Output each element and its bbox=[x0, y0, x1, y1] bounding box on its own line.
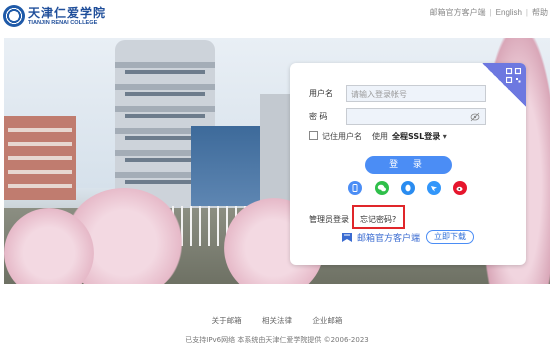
weibo-icon[interactable] bbox=[453, 181, 467, 195]
official-client-link[interactable]: 邮箱官方客户端 bbox=[430, 8, 486, 17]
footer-link-about[interactable]: 关于邮箱 bbox=[212, 316, 242, 325]
top-links: 邮箱官方客户端 | English | 帮助 bbox=[430, 7, 548, 18]
dingtalk-icon[interactable] bbox=[427, 181, 441, 195]
divider: | bbox=[525, 8, 528, 17]
footer-link-legal[interactable]: 相关法律 bbox=[262, 316, 292, 325]
english-link[interactable]: English bbox=[496, 8, 522, 17]
official-client-promo[interactable]: 邮箱官方客户端 bbox=[341, 231, 420, 245]
official-client-label: 邮箱官方客户端 bbox=[357, 234, 421, 244]
wechat-icon[interactable] bbox=[375, 181, 389, 195]
chevron-down-icon[interactable]: ▾ bbox=[440, 132, 447, 141]
forgot-password-link[interactable]: 忘记密码? bbox=[360, 214, 396, 225]
qq-icon[interactable] bbox=[401, 181, 415, 195]
mobile-icon[interactable] bbox=[348, 181, 362, 195]
footer-links: 关于邮箱 相关法律 企业邮箱 bbox=[0, 315, 554, 326]
footer-link-enterprise[interactable]: 企业邮箱 bbox=[312, 316, 342, 325]
qr-login-toggle[interactable] bbox=[482, 63, 526, 107]
college-logo[interactable]: 天津仁爱学院 TIANJIN RENAI COLLEGE bbox=[3, 4, 105, 30]
logo-english-name: TIANJIN RENAI COLLEGE bbox=[28, 20, 98, 26]
qr-code-icon bbox=[506, 68, 521, 83]
username-label: 用户名 bbox=[309, 89, 333, 98]
header: 天津仁爱学院 TIANJIN RENAI COLLEGE 邮箱官方客户端 | Eng… bbox=[0, 0, 554, 38]
remember-row: 记住用户名 使用 全程SSL登录 ▾ bbox=[309, 131, 447, 143]
divider: | bbox=[489, 8, 492, 17]
logo-chinese-name: 天津仁爱学院 bbox=[28, 6, 107, 20]
college-seal-icon bbox=[3, 5, 25, 27]
password-input[interactable] bbox=[346, 108, 486, 125]
glass-building bbox=[191, 126, 261, 206]
login-card: 用户名 请输入登录帐号 密 码 记住用户名 使用 全程SSL登录 ▾ 登 录 管理员… bbox=[290, 63, 526, 265]
login-button[interactable]: 登 录 bbox=[365, 156, 452, 174]
mail-client-icon bbox=[342, 233, 352, 242]
password-label: 密 码 bbox=[309, 112, 328, 121]
help-link[interactable]: 帮助 bbox=[532, 8, 548, 17]
copyright-text: 已支持IPv6网络 本系统由天津仁爱学院提供 ©2006-2023 bbox=[185, 336, 369, 344]
ssl-login-select[interactable]: 全程SSL登录 bbox=[392, 132, 440, 141]
remember-checkbox[interactable] bbox=[309, 131, 318, 140]
eye-hidden-icon[interactable] bbox=[470, 112, 480, 122]
admin-login-link[interactable]: 管理员登录 bbox=[309, 214, 349, 225]
red-building bbox=[4, 116, 76, 200]
download-button[interactable]: 立即下载 bbox=[426, 230, 474, 244]
use-label: 使用 bbox=[372, 132, 388, 141]
remember-label: 记住用户名 bbox=[322, 132, 362, 141]
username-input[interactable]: 请输入登录帐号 bbox=[346, 85, 486, 102]
